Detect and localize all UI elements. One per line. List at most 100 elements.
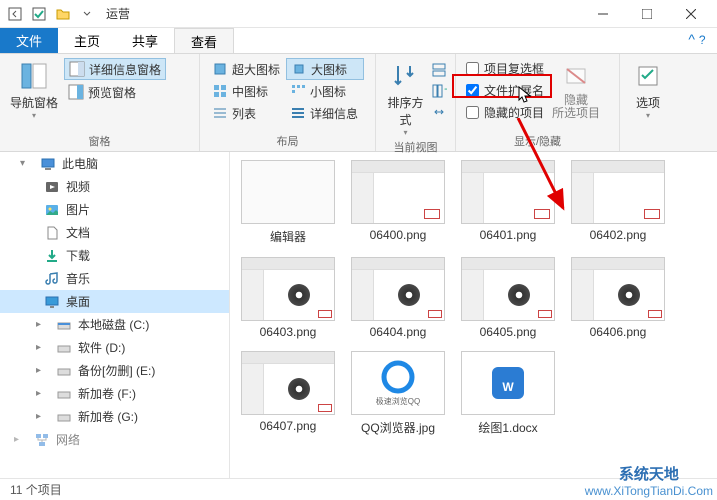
file-name: 编辑器 <box>238 228 338 245</box>
layout-list[interactable]: 列表 <box>208 102 286 124</box>
screenshot-thumb <box>461 160 555 224</box>
navigation-tree: ▾此电脑 视频 图片 文档 下载 音乐 桌面 ▸本地磁盘 (C:) ▸软件 (D… <box>0 152 230 478</box>
list-icon <box>212 105 228 121</box>
qat-checkbox-icon[interactable] <box>28 3 50 25</box>
ribbon-tabs: 文件 主页 共享 查看 ^ ? <box>0 28 717 54</box>
file-item[interactable]: 编辑器 <box>238 160 338 245</box>
folder-icon <box>241 160 335 224</box>
options-button[interactable]: 选项 ▾ <box>628 58 668 135</box>
sort-button[interactable]: 排序方式 ▾ <box>384 58 427 137</box>
tab-share[interactable]: 共享 <box>116 28 174 53</box>
file-item[interactable]: 06404.png <box>348 257 448 339</box>
file-name: QQ浏览器.jpg <box>348 419 448 436</box>
drive-icon <box>56 363 72 379</box>
layout-small[interactable]: 小图标 <box>286 80 364 102</box>
medium-icon <box>212 83 228 99</box>
tree-drive-c[interactable]: ▸本地磁盘 (C:) <box>0 313 229 336</box>
file-item[interactable]: 06400.png <box>348 160 448 245</box>
tree-pictures[interactable]: 图片 <box>0 198 229 221</box>
tab-view[interactable]: 查看 <box>174 28 234 53</box>
tree-videos[interactable]: 视频 <box>0 175 229 198</box>
minimize-button[interactable] <box>581 0 625 28</box>
music-icon <box>44 271 60 287</box>
extra-large-icon <box>212 61 228 77</box>
item-count: 11 个项目 <box>10 481 62 498</box>
content-area: ▾此电脑 视频 图片 文档 下载 音乐 桌面 ▸本地磁盘 (C:) ▸软件 (D… <box>0 152 717 478</box>
hide-selected-icon <box>560 60 592 92</box>
videos-icon <box>44 179 60 195</box>
file-ext-input[interactable] <box>466 84 479 97</box>
details-pane-button[interactable]: 详细信息窗格 <box>64 58 166 80</box>
file-item[interactable]: 极速浏览QQQQ浏览器.jpg <box>348 351 448 436</box>
file-item[interactable]: 06405.png <box>458 257 558 339</box>
navigation-pane-button[interactable]: 导航窗格 ▾ <box>8 58 60 131</box>
file-name: 绘图1.docx <box>458 419 558 436</box>
file-ext-toggle[interactable]: 文件扩展名 <box>464 80 546 101</box>
screenshot-thumb <box>571 160 665 224</box>
close-button[interactable] <box>669 0 713 28</box>
screenshot-thumb <box>241 351 335 415</box>
small-icon <box>290 83 306 99</box>
tree-drive-g[interactable]: ▸新加卷 (G:) <box>0 405 229 428</box>
svg-text:+: + <box>444 83 447 96</box>
tree-downloads[interactable]: 下载 <box>0 244 229 267</box>
hide-selected-button[interactable]: 隐藏 所选项目 <box>550 58 602 131</box>
layout-details[interactable]: 详细信息 <box>286 102 364 124</box>
this-pc-icon <box>40 156 56 172</box>
screenshot-thumb <box>351 160 445 224</box>
tree-drive-d[interactable]: ▸软件 (D:) <box>0 336 229 359</box>
tree-desktop[interactable]: 桌面 <box>0 290 229 313</box>
file-item[interactable]: 06403.png <box>238 257 338 339</box>
maximize-button[interactable] <box>625 0 669 28</box>
tree-drive-f[interactable]: ▸新加卷 (F:) <box>0 382 229 405</box>
details-icon <box>290 105 306 121</box>
screenshot-thumb <box>461 257 555 321</box>
file-item[interactable]: 06407.png <box>238 351 338 436</box>
drive-icon <box>56 340 72 356</box>
file-name: 06404.png <box>348 325 448 339</box>
item-checkbox-input[interactable] <box>466 62 479 75</box>
ribbon-help-icon[interactable]: ^ ? <box>677 28 717 53</box>
ribbon-group-layout: 超大图标 大图标 中图标 小图标 列表 详细信息 布局 <box>200 54 376 151</box>
file-item[interactable]: W 绘图1.docx <box>458 351 558 436</box>
network-icon <box>34 432 50 448</box>
options-icon <box>632 60 664 92</box>
qat-dropdown-icon[interactable] <box>76 3 98 25</box>
tree-drive-e[interactable]: ▸备份[勿删] (E:) <box>0 359 229 382</box>
window-title: 运营 <box>106 5 130 22</box>
ribbon-group-current-view: 排序方式 ▾ + 当前视图 <box>376 54 456 151</box>
sort-icon <box>390 60 422 92</box>
downloads-icon <box>44 248 60 264</box>
tab-home[interactable]: 主页 <box>58 28 116 53</box>
tree-documents[interactable]: 文档 <box>0 221 229 244</box>
qat-back-icon[interactable] <box>4 3 26 25</box>
documents-icon <box>44 225 60 241</box>
docx-icon: W <box>461 351 555 415</box>
item-checkbox-toggle[interactable]: 项目复选框 <box>464 58 546 79</box>
ribbon-group-panes: 导航窗格 ▾ 详细信息窗格 预览窗格 窗格 <box>0 54 200 151</box>
drive-icon <box>56 386 72 402</box>
file-item[interactable]: 06406.png <box>568 257 668 339</box>
tree-music[interactable]: 音乐 <box>0 267 229 290</box>
tab-file[interactable]: 文件 <box>0 28 58 53</box>
cursor-icon <box>518 86 532 104</box>
layout-extra-large[interactable]: 超大图标 <box>208 58 286 80</box>
file-item[interactable]: 06401.png <box>458 160 558 245</box>
qat-folder-icon[interactable] <box>52 3 74 25</box>
tree-this-pc[interactable]: ▾此电脑 <box>0 152 229 175</box>
tree-network[interactable]: ▸网络 <box>0 428 229 451</box>
layout-medium[interactable]: 中图标 <box>208 80 286 102</box>
layout-large[interactable]: 大图标 <box>286 58 364 80</box>
ribbon: 导航窗格 ▾ 详细信息窗格 预览窗格 窗格 超大图标 大图标 <box>0 54 717 152</box>
add-columns-icon[interactable]: + <box>431 83 447 102</box>
file-name: 06401.png <box>458 228 558 242</box>
hidden-items-toggle[interactable]: 隐藏的项目 <box>464 102 546 123</box>
hidden-items-input[interactable] <box>466 106 479 119</box>
navigation-pane-icon <box>18 60 50 92</box>
drive-icon <box>56 409 72 425</box>
preview-pane-button[interactable]: 预览窗格 <box>64 81 166 103</box>
size-columns-icon[interactable] <box>431 104 447 123</box>
svg-text:W: W <box>502 380 514 394</box>
group-by-icon[interactable] <box>431 62 447 81</box>
file-item[interactable]: 06402.png <box>568 160 668 245</box>
